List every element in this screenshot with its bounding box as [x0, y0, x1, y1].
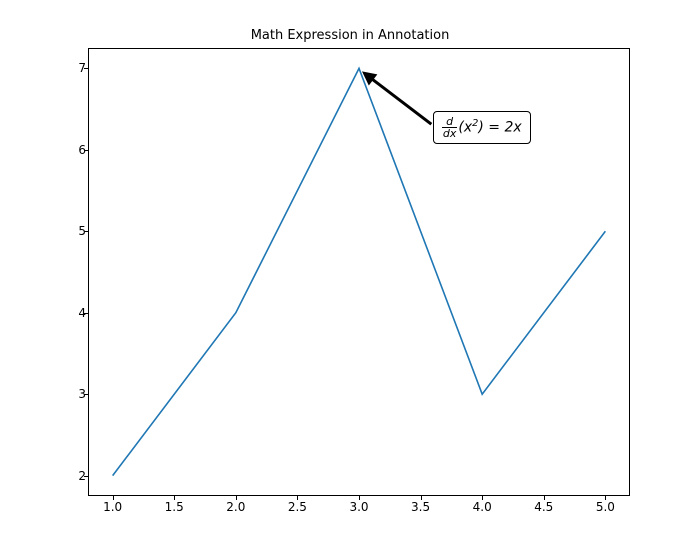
annot-part2: ) = 2x: [478, 120, 521, 136]
chart-svg: [88, 48, 630, 496]
x-tick-label: 3.0: [349, 500, 368, 514]
x-tick-label: 2.5: [288, 500, 307, 514]
frac-den-d: d: [443, 127, 450, 140]
y-tick-mark: [84, 313, 88, 314]
x-tick-label: 4.0: [473, 500, 492, 514]
x-tick-label: 1.0: [103, 500, 122, 514]
y-tick-mark: [84, 150, 88, 151]
y-tick-label: 6: [36, 143, 86, 157]
x-tick-mark: [359, 496, 360, 500]
x-tick-mark: [236, 496, 237, 500]
x-tick-label: 5.0: [596, 500, 615, 514]
x-tick-mark: [544, 496, 545, 500]
x-tick-mark: [421, 496, 422, 500]
y-tick-mark: [84, 68, 88, 69]
y-tick-mark: [84, 231, 88, 232]
y-tick-mark: [84, 394, 88, 395]
x-tick-mark: [482, 496, 483, 500]
y-tick-label: 5: [36, 224, 86, 238]
x-tick-mark: [113, 496, 114, 500]
y-tick-label: 3: [36, 387, 86, 401]
x-tick-label: 4.5: [534, 500, 553, 514]
annotation-expr: (x2) = 2x: [458, 119, 521, 136]
data-line: [113, 68, 606, 475]
fraction-denominator: dx: [442, 127, 458, 139]
fraction-numerator: d: [445, 116, 454, 127]
frac-den-x: x: [450, 127, 457, 140]
y-tick-label: 2: [36, 469, 86, 483]
chart-title: Math Expression in Annotation: [0, 28, 700, 43]
y-tick-label: 7: [36, 61, 86, 75]
annot-part1: (x: [458, 120, 472, 136]
annotation-box: d dx (x2) = 2x: [433, 111, 531, 144]
annotation-arrow-line: [370, 77, 431, 124]
fraction: d dx: [442, 116, 458, 139]
y-tick-label: 4: [36, 306, 86, 320]
x-tick-mark: [174, 496, 175, 500]
x-tick-mark: [297, 496, 298, 500]
y-tick-mark: [84, 476, 88, 477]
x-tick-mark: [605, 496, 606, 500]
x-tick-label: 1.5: [165, 500, 184, 514]
x-tick-label: 2.0: [226, 500, 245, 514]
x-tick-label: 3.5: [411, 500, 430, 514]
